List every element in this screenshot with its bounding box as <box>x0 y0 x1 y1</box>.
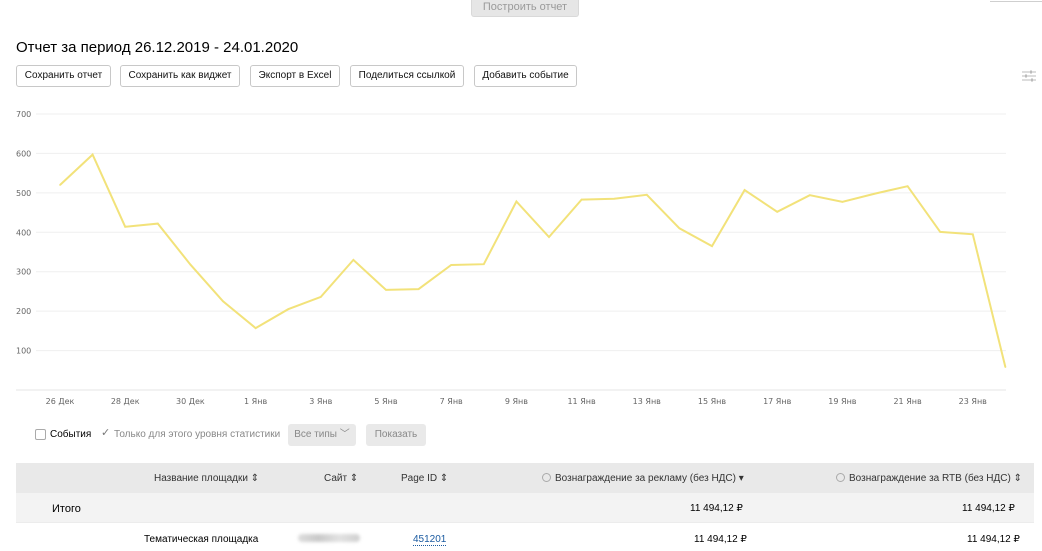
checkmark-icon[interactable]: ✓ <box>101 426 110 439</box>
top-right-panel-edge <box>990 0 1042 2</box>
chart-data-point[interactable] <box>254 327 257 329</box>
y-axis-tick-label: 300 <box>16 268 31 277</box>
chart-data-point[interactable] <box>124 225 126 228</box>
chart-data-point[interactable] <box>939 231 941 233</box>
save-as-widget-button[interactable]: Сохранить как виджет <box>120 65 240 87</box>
x-axis-tick-label: 15 Янв <box>698 397 727 406</box>
export-excel-button[interactable]: Экспорт в Excel <box>250 65 340 87</box>
chart-data-point[interactable] <box>776 210 778 213</box>
build-report-button[interactable]: Построить отчет <box>471 0 579 17</box>
statistics-line-chart: 100 200 300 400 500 600 700 26 Дек 28 Дек 30 Дек… <box>0 100 1042 415</box>
chart-data-point[interactable] <box>972 233 974 236</box>
x-axis-tick-label: 21 Янв <box>893 397 922 406</box>
chevron-down-icon: ﹀ <box>339 429 350 440</box>
y-axis-tick-label: 700 <box>16 110 31 119</box>
add-event-button[interactable]: Добавить событие <box>474 65 577 87</box>
x-axis-tick-label: 23 Янв <box>959 397 988 406</box>
events-label: События <box>50 429 92 440</box>
page-id-link[interactable]: 451201 <box>413 534 447 546</box>
statistics-table: Название площадки ⇕ Сайт ⇕ Page ID ⇕ Воз… <box>16 463 1034 551</box>
page-title: Отчет за период 26.12.2019 - 24.01.2020 <box>16 39 299 56</box>
row-reward-ads: 11 494,12 ₽ <box>694 534 747 545</box>
show-button[interactable]: Показать <box>366 424 426 446</box>
chart-data-point[interactable] <box>385 289 387 291</box>
chart-data-point[interactable] <box>1004 366 1007 368</box>
settings-sliders-icon[interactable] <box>1022 69 1036 82</box>
chart-data-point[interactable] <box>613 197 615 200</box>
chart-filters: События ✓ Только для этого уровня статис… <box>35 424 455 446</box>
y-axis-tick-label: 500 <box>16 189 31 198</box>
chart-data-point[interactable] <box>646 194 648 196</box>
x-axis-tick-label: 19 Янв <box>828 397 857 406</box>
only-level-label: Только для этого уровня статистики <box>114 429 281 440</box>
chart-data-point[interactable] <box>417 288 420 290</box>
chart-data-point[interactable] <box>91 153 94 156</box>
x-axis-tick-label: 30 Дек <box>176 397 205 406</box>
column-header-reward-rtb[interactable]: Вознаграждение за RTB (без НДС) ⇕ <box>836 473 1022 484</box>
chart-series-line <box>59 152 1007 368</box>
total-reward-rtb: 11 494,12 ₽ <box>962 503 1015 514</box>
chart-data-point[interactable] <box>287 308 290 310</box>
chart-data-point[interactable] <box>809 194 811 197</box>
x-axis-tick-label: 9 Янв <box>505 397 528 406</box>
chart-data-point[interactable] <box>59 184 61 186</box>
chart-data-point[interactable] <box>743 189 746 191</box>
chart-data-point[interactable] <box>906 185 909 187</box>
column-header-name[interactable]: Название площадки ⇕ <box>154 473 259 484</box>
chart-data-point[interactable] <box>352 259 355 261</box>
chart-data-point[interactable] <box>483 263 485 266</box>
chart-data-point[interactable] <box>189 263 192 266</box>
site-blurred <box>298 534 360 542</box>
row-place-name: Тематическая площадка <box>144 534 259 545</box>
y-axis-tick-label: 600 <box>16 149 31 158</box>
chart-data-point[interactable] <box>515 200 518 203</box>
chart-canvas: 100 200 300 400 500 600 700 26 Дек 28 Дек 30 Дек… <box>16 110 1007 406</box>
column-header-page-id[interactable]: Page ID ⇕ <box>401 473 448 484</box>
all-types-dropdown[interactable]: Все типы ﹀ <box>288 424 356 446</box>
chart-data-point[interactable] <box>157 222 159 225</box>
table-total-row: Итого 11 494,12 ₽ 11 494,12 ₽ <box>16 493 1034 523</box>
chart-data-point[interactable] <box>320 296 322 298</box>
x-axis-tick-label: 17 Янв <box>763 397 792 406</box>
x-axis-tick-label: 11 Янв <box>567 397 596 406</box>
column-header-reward-ads[interactable]: Вознаграждение за рекламу (без НДС) ▾ <box>542 473 744 484</box>
x-axis-tick-label: 13 Янв <box>633 397 662 406</box>
info-icon[interactable] <box>542 473 551 482</box>
table-header: Название площадки ⇕ Сайт ⇕ Page ID ⇕ Воз… <box>16 463 1034 493</box>
total-label: Итого <box>52 503 81 515</box>
row-reward-rtb: 11 494,12 ₽ <box>967 534 1020 545</box>
x-axis-tick-label: 7 Янв <box>440 397 463 406</box>
all-types-label: Все типы <box>294 429 337 440</box>
chart-data-point[interactable] <box>548 236 550 238</box>
share-link-button[interactable]: Поделиться ссылкой <box>350 65 464 87</box>
chart-data-point[interactable] <box>580 198 583 201</box>
total-reward-ads: 11 494,12 ₽ <box>690 503 743 514</box>
events-checkbox[interactable] <box>35 429 46 440</box>
chart-data-point[interactable] <box>841 201 844 203</box>
chart-data-point[interactable] <box>874 192 876 195</box>
chart-data-point[interactable] <box>678 227 681 230</box>
x-axis-tick-label: 1 Янв <box>244 397 267 406</box>
x-axis-tick-label: 5 Янв <box>374 397 397 406</box>
save-report-button[interactable]: Сохранить отчет <box>16 65 111 87</box>
table-row: Тематическая площадка 451201 11 494,12 ₽… <box>16 523 1034 551</box>
chart-data-point[interactable] <box>450 264 453 266</box>
y-axis-tick-label: 200 <box>16 307 31 316</box>
chart-data-point[interactable] <box>711 245 713 247</box>
x-axis-tick-label: 28 Дек <box>111 397 140 406</box>
y-axis-tick-label: 400 <box>16 228 31 237</box>
chart-data-point[interactable] <box>222 300 224 303</box>
x-axis-tick-label: 26 Дек <box>46 397 75 406</box>
x-axis-tick-label: 3 Янв <box>309 397 332 406</box>
column-header-site[interactable]: Сайт ⇕ <box>324 473 358 484</box>
info-icon[interactable] <box>836 473 845 482</box>
y-axis-tick-label: 100 <box>16 347 31 356</box>
